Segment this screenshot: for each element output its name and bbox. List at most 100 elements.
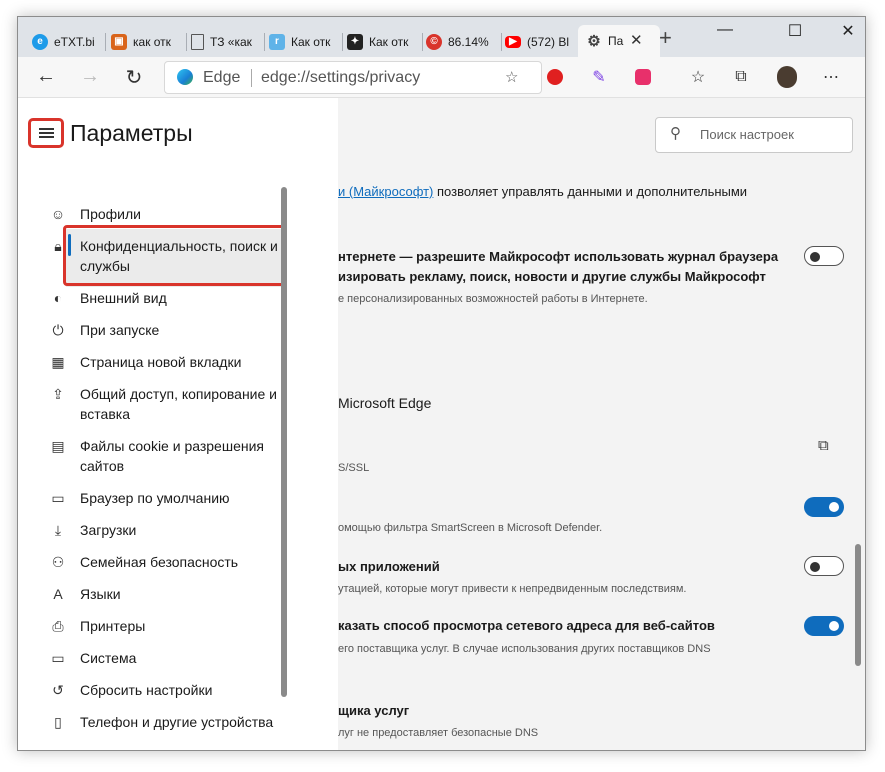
hamburger-icon (39, 128, 54, 130)
page-title: Параметры (70, 120, 193, 146)
system-icon: ▭ (51, 650, 65, 666)
highlight-frame (63, 225, 287, 286)
search-placeholder: Поиск настроек (700, 127, 794, 142)
sidebar-item-phone[interactable]: ▯ Телефон и другие устройства (54, 712, 290, 732)
pua-desc: утацией, которые могут привести к непред… (338, 583, 687, 595)
menu-button[interactable] (28, 118, 64, 148)
sidebar-scrollbar[interactable] (281, 187, 287, 697)
back-button[interactable]: ← (32, 65, 60, 88)
apps-extension-icon[interactable] (633, 67, 653, 87)
sidebar-item-family[interactable]: ⚇ Семейная безопасность (52, 552, 290, 572)
new-tab-page-icon: ▦ (51, 354, 65, 370)
close-tab-icon[interactable]: ✕ (630, 31, 643, 49)
reset-icon: ↺ (52, 682, 64, 698)
intro-text: и (Майкрософт) позволяет управлять данны… (338, 184, 748, 199)
sidebar-item-share[interactable]: ⇪ Общий доступ, копирование и вставка (52, 384, 290, 424)
search-input[interactable]: ⚲ Поиск настроек (655, 117, 853, 153)
sidebar-item-printers[interactable]: ⎙ Принтеры (52, 616, 290, 636)
maximize-button[interactable]: ☐ (775, 21, 815, 41)
personalize-toggle[interactable] (804, 246, 844, 266)
personalize-title-2: изировать рекламу, поиск, новости и друг… (338, 269, 766, 284)
smartscreen-desc: омощью фильтра SmartScreen в Microsoft D… (338, 522, 603, 534)
family-icon: ⚇ (51, 554, 65, 570)
pua-toggle[interactable] (804, 556, 844, 576)
smartscreen-toggle[interactable] (804, 497, 844, 517)
sidebar-item-profiles[interactable]: ☺ Профили (51, 204, 290, 224)
favorites-icon[interactable]: ☆ (688, 67, 708, 87)
toolbar: ← → ↻ Edge edge://settings/privacy ☆ ✎ ☆… (18, 57, 865, 98)
gear-icon: ⚙ (587, 33, 601, 50)
more-menu-icon[interactable]: ⋯ (821, 67, 841, 87)
document-icon (191, 33, 204, 50)
address-brand: Edge (203, 69, 241, 86)
tab-etxt[interactable]: e eTXT.bi (32, 29, 104, 54)
power-icon: ⏻ (52, 322, 64, 338)
provider-title: щика услуг (338, 703, 410, 718)
secure-dns-toggle[interactable] (804, 616, 844, 636)
sidebar-item-languages[interactable]: A Языки (53, 584, 290, 604)
tab-kak-otk-2[interactable]: r Как отк (269, 29, 341, 54)
edge-logo-icon (177, 69, 193, 85)
new-tab-button[interactable]: + (659, 25, 672, 51)
browser-window: e eTXT.bi ▣ как отк ТЗ «как r Как отк ✦ … (17, 16, 866, 751)
language-icon: A (53, 586, 63, 602)
search-icon: ⚲ (670, 125, 681, 142)
forward-button[interactable]: → (76, 65, 104, 88)
content-scrollbar[interactable] (855, 544, 861, 666)
tab-label: Как отк (291, 34, 331, 49)
microsoft-privacy-link[interactable]: и (Майкрософт) (338, 184, 433, 199)
refresh-button[interactable]: ↻ (120, 65, 148, 90)
youtube-icon: ▶ (505, 35, 521, 48)
tab-label: Как отк (369, 34, 409, 49)
palette-icon: ◐ (53, 290, 63, 306)
phone-icon: ▯ (54, 714, 62, 730)
adblock-icon[interactable] (545, 67, 565, 87)
tab-youtube[interactable]: ▶ (572) Bl (505, 29, 577, 54)
tab-label: 86.14% (448, 34, 489, 49)
address-bar[interactable]: Edge edge://settings/privacy ☆ (164, 61, 542, 94)
collections-icon[interactable]: ⧉ (731, 67, 751, 87)
book-icon: ▣ (111, 33, 127, 50)
etxt-icon: e (32, 33, 48, 50)
sidebar-item-cookies[interactable]: ▤ Файлы cookie и разрешения сайтов (51, 436, 290, 476)
telegraph-icon: r (269, 33, 285, 50)
sidebar-item-default-browser[interactable]: ▭ Браузер по умолчанию (51, 488, 290, 508)
tab-kak-otk-3[interactable]: ✦ Как отк (347, 29, 421, 54)
sparkle-icon: ✦ (347, 33, 363, 50)
cookie-icon: ▤ (51, 438, 65, 454)
sidebar-item-system[interactable]: ▭ Система (51, 648, 290, 668)
profile-icon: ☺ (50, 206, 66, 222)
sidebar-item-new-tab[interactable]: ▦ Страница новой вкладки (51, 352, 290, 372)
add-favorite-icon[interactable]: ☆ (505, 68, 518, 86)
copyright-icon: © (426, 33, 442, 50)
external-link-icon[interactable]: ⧉ (818, 437, 829, 454)
tab-label: ТЗ «как (210, 34, 252, 49)
close-window-button[interactable]: ✕ (828, 21, 865, 41)
profile-avatar[interactable] (777, 66, 797, 88)
printer-icon: ⎙ (52, 618, 64, 634)
personalize-desc: е персонализированных возможностей работ… (338, 293, 648, 305)
settings-content: ⚲ Поиск настроек и (Майкрософт) позволяе… (338, 98, 865, 750)
quill-extension-icon[interactable]: ✎ (589, 67, 609, 87)
sidebar-item-appearance[interactable]: ◐ Внешний вид (54, 288, 290, 308)
tab-label: как отк (133, 34, 171, 49)
provider-desc: луг не предоставляет безопасные DNS (338, 727, 539, 739)
sidebar-item-downloads[interactable]: ⤓ Загрузки (55, 520, 290, 540)
tab-percent[interactable]: © 86.14% (426, 29, 500, 54)
tab-kak-otk-1[interactable]: ▣ как отк (111, 29, 185, 54)
default-browser-icon: ▭ (51, 490, 65, 506)
pua-title: ых приложений (338, 559, 440, 574)
sidebar-item-reset[interactable]: ↺ Сбросить настройки (52, 680, 290, 700)
sidebar-item-startup[interactable]: ⏻ При запуске (52, 320, 290, 340)
tab-label: Па (608, 34, 624, 48)
secure-dns-title: казать способ просмотра сетевого адреса … (338, 618, 715, 633)
security-heading: Microsoft Edge (338, 395, 432, 411)
secure-dns-desc: его поставщика услуг. В случае использов… (338, 643, 711, 655)
tab-label: eTXT.bi (54, 34, 95, 49)
tab-settings[interactable]: ⚙ Па ✕ (578, 25, 660, 57)
tab-strip: e eTXT.bi ▣ как отк ТЗ «как r Как отк ✦ … (18, 17, 865, 57)
address-url: edge://settings/privacy (261, 69, 421, 86)
minimize-button[interactable]: — (705, 21, 745, 39)
tab-tz[interactable]: ТЗ «как (191, 29, 263, 54)
personalize-title: нтернете — разрешите Майкрософт использо… (338, 249, 779, 264)
